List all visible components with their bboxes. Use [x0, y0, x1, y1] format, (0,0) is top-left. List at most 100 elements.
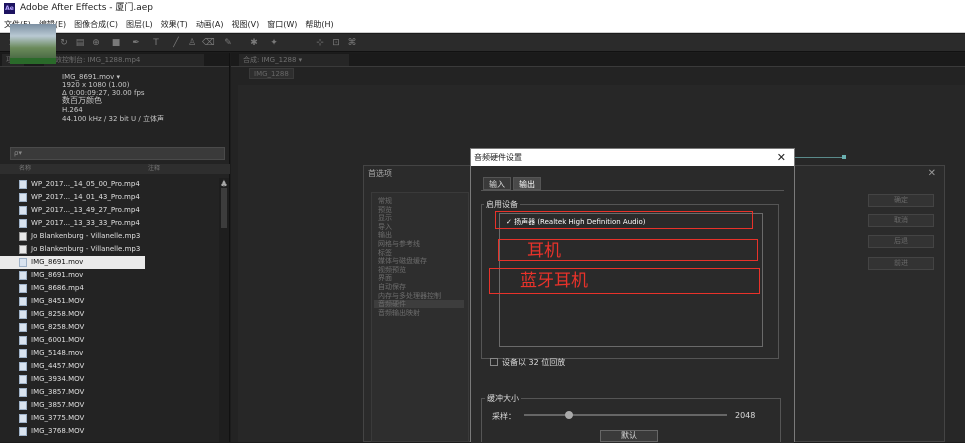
menu-bar: 文件(F)编辑(E)图像合成(C)图层(L)效果(T)动画(A)视图(V)窗口(… — [0, 17, 965, 33]
sample-slider[interactable] — [524, 414, 727, 416]
file-name: IMG_8258.MOV — [31, 310, 85, 318]
file-row[interactable]: IMG_8691.mov — [0, 269, 218, 282]
prefs-nav-item[interactable]: 媒体与磁盘缓存 — [378, 257, 427, 265]
sample-slider-knob[interactable] — [564, 411, 573, 419]
previous-button[interactable]: 后退 — [868, 235, 934, 248]
ok-button[interactable]: 确定 — [868, 194, 934, 207]
file-row[interactable]: IMG_3768.MOV — [0, 425, 218, 438]
video-file-icon — [19, 258, 27, 267]
file-row[interactable]: IMG_8258.MOV — [0, 321, 218, 334]
rotate-tool-icon[interactable]: ↻ — [58, 37, 70, 49]
buffer-size-label: 缓冲大小 — [485, 393, 521, 404]
file-row[interactable]: IMG_3775.MOV — [0, 412, 218, 425]
menu-help[interactable]: 帮助(H) — [301, 17, 337, 33]
clone-stamp-tool-icon[interactable]: ♙ — [186, 37, 198, 49]
prefs-nav-item[interactable]: 视频预览 — [378, 266, 406, 274]
video-file-icon — [19, 388, 27, 397]
file-row[interactable]: Jo Blankenburg - Villanelle.mp3 — [0, 243, 218, 256]
file-name: WP_2017..._13_33_33_Pro.mp4 — [31, 219, 140, 227]
prefs-nav-item[interactable]: 显示 — [378, 214, 392, 222]
file-row[interactable]: WP_2017..._13_49_27_Pro.mp4 — [0, 204, 218, 217]
file-name: IMG_8691.mov — [31, 271, 84, 279]
roto-brush-tool-icon[interactable]: ✎ — [222, 37, 234, 49]
video-file-icon — [19, 219, 27, 228]
prefs-nav-item[interactable]: 预览 — [378, 206, 392, 214]
video-file-icon — [19, 271, 27, 280]
prefs-nav-item[interactable]: 标签 — [378, 249, 392, 257]
comp-subtab[interactable]: IMG_1288 — [249, 68, 294, 79]
video-file-icon — [19, 362, 27, 371]
next-button[interactable]: 前进 — [868, 257, 934, 270]
eraser-tool-icon[interactable]: ⌫ — [202, 37, 215, 49]
guide-line — [795, 157, 845, 158]
footage-name[interactable]: IMG_8691.mov ▾ — [62, 73, 120, 81]
footage-thumbnail — [10, 24, 56, 64]
guide-handle[interactable] — [842, 155, 846, 159]
axis-mode-icon[interactable]: ⊹ — [314, 37, 326, 49]
file-row[interactable]: WP_2017..._13_33_33_Pro.mp4 — [0, 217, 218, 230]
scrollbar-thumb[interactable] — [221, 188, 227, 228]
file-row[interactable]: IMG_8691.mov — [0, 256, 145, 269]
file-row[interactable]: IMG_6001.MOV — [0, 334, 218, 347]
file-row[interactable]: IMG_3934.MOV — [0, 373, 218, 386]
world-axis-icon[interactable]: ⊡ — [330, 37, 342, 49]
file-row[interactable]: IMG_3857.MOV — [0, 399, 218, 412]
puppet-pin-tool-icon[interactable]: ✱ — [248, 37, 260, 49]
prefs-nav-item[interactable]: 网格与参考线 — [378, 240, 420, 248]
prefs-nav-item[interactable]: 自动保存 — [378, 283, 406, 291]
column-comment[interactable]: 注释 — [148, 164, 160, 174]
prefs-nav-item[interactable]: 常规 — [378, 197, 392, 205]
project-scrollbar[interactable]: ▲ — [219, 178, 229, 442]
video-file-icon — [19, 427, 27, 436]
flowchart-icon[interactable]: ♣ — [219, 180, 229, 190]
prefs-nav-item[interactable]: 内存与多处理器控制 — [378, 292, 441, 300]
file-row[interactable]: IMG_8258.MOV — [0, 308, 218, 321]
brush-tool-icon[interactable]: ╱ — [170, 37, 182, 49]
file-row[interactable]: IMG_5148.mov — [0, 347, 218, 360]
window-title: Adobe After Effects - 厦门.aep — [20, 3, 153, 13]
file-row[interactable]: WP_2017..._14_01_43_Pro.mp4 — [0, 191, 218, 204]
preferences-close-icon[interactable]: ✕ — [928, 168, 936, 179]
tab-composition[interactable]: 合成: IMG_1288 ▾ — [239, 54, 349, 66]
menu-effect[interactable]: 效果(T) — [157, 17, 192, 33]
view-axis-icon[interactable]: ⌘ — [346, 37, 358, 49]
menu-layer[interactable]: 图层(L) — [122, 17, 157, 33]
column-name[interactable]: 名称 — [19, 164, 31, 174]
prefs-nav-item[interactable]: 界面 — [378, 274, 392, 282]
menu-animation[interactable]: 动画(A) — [192, 17, 228, 33]
project-search-input[interactable]: ρ▾ — [10, 147, 225, 160]
playback-32bit-label: 设备以 32 位回放 — [502, 358, 566, 367]
file-row[interactable]: IMG_8451.MOV — [0, 295, 218, 308]
prefs-nav-item[interactable]: 音频硬件 — [374, 300, 464, 309]
file-row[interactable]: IMG_3857.MOV — [0, 386, 218, 399]
playback-32bit-checkbox[interactable] — [490, 358, 498, 366]
video-file-icon — [19, 336, 27, 345]
video-file-icon — [19, 310, 27, 319]
menu-composition[interactable]: 图像合成(C) — [70, 17, 122, 33]
tab-output[interactable]: 输出 — [513, 177, 541, 190]
close-icon[interactable]: ✕ — [777, 149, 786, 166]
default-button[interactable]: 默认 — [600, 430, 658, 442]
file-row[interactable]: IMG_4457.MOV — [0, 360, 218, 373]
cancel-button[interactable]: 取消 — [868, 214, 934, 227]
prefs-nav-item[interactable]: 导入 — [378, 223, 392, 231]
prefs-nav-item[interactable]: 输出 — [378, 231, 392, 239]
file-name: Jo Blankenburg - Villanelle.mp3 — [31, 232, 141, 240]
file-row[interactable]: Jo Blankenburg - Villanelle.mp3 — [0, 230, 218, 243]
rectangle-tool-icon[interactable]: ■ — [110, 37, 122, 49]
file-name: Jo Blankenburg - Villanelle.mp3 — [31, 245, 141, 253]
menu-view[interactable]: 视图(V) — [228, 17, 264, 33]
tab-effect-controls[interactable]: 特效控制台: IMG_1288.mp4 — [44, 54, 204, 66]
menu-window[interactable]: 窗口(W) — [263, 17, 301, 33]
file-row[interactable]: WP_2017..._14_05_00_Pro.mp4 — [0, 178, 218, 191]
pan-behind-tool-icon[interactable]: ⊕ — [90, 37, 102, 49]
video-file-icon — [19, 375, 27, 384]
prefs-nav-item[interactable]: 音频输出映射 — [378, 309, 420, 317]
file-row[interactable]: IMG_8686.mp4 — [0, 282, 218, 295]
text-tool-icon[interactable]: T — [150, 37, 162, 49]
tab-input[interactable]: 输入 — [483, 177, 511, 190]
pen-tool-icon[interactable]: ✒ — [130, 37, 142, 49]
camera-tool-icon[interactable]: ▤ — [74, 37, 86, 49]
file-name: WP_2017..._14_05_00_Pro.mp4 — [31, 180, 140, 188]
puppet-starch-tool-icon[interactable]: ✦ — [268, 37, 280, 49]
